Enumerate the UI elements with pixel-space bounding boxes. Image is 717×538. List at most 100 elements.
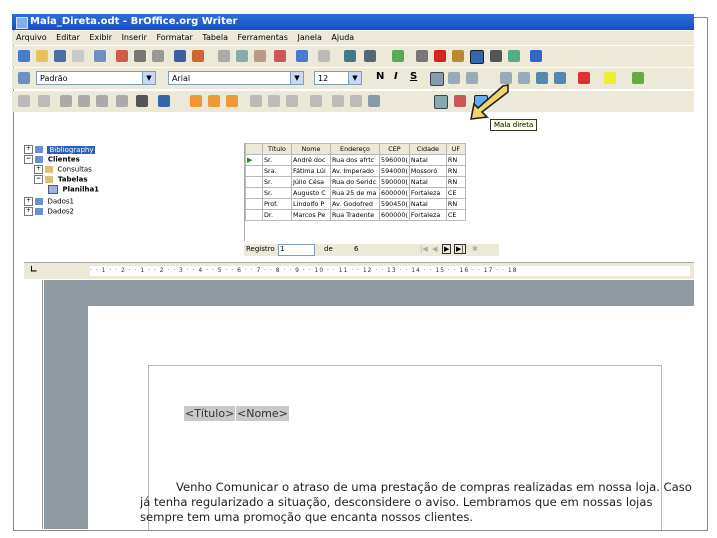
table-row[interactable]: Sra. Fátima Lúi Av. Imperado 594000( Mos…	[245, 165, 466, 177]
autofilter-icon[interactable]	[250, 95, 262, 107]
expand-plus-icon[interactable]: +	[24, 207, 33, 216]
chevron-down-icon[interactable]: ▼	[290, 72, 303, 84]
styles-window-icon[interactable]	[18, 72, 30, 84]
align-center-icon[interactable]	[448, 72, 460, 84]
table-cell[interactable]: Natal	[408, 154, 447, 166]
first-record-icon[interactable]: |◀	[420, 245, 428, 253]
table-row[interactable]: Sr. Júlio Césa Rua do Seridc 590000( Nat…	[245, 176, 466, 188]
cut-icon[interactable]	[218, 50, 230, 62]
export-pdf-icon[interactable]	[116, 50, 128, 62]
merge-field-titulo[interactable]: <Título>	[184, 406, 236, 421]
decrease-indent-icon[interactable]	[536, 72, 548, 84]
table-cell[interactable]: Rua 25 de ma	[330, 187, 380, 199]
menu-tabela[interactable]: Tabela	[202, 33, 228, 42]
row-selector[interactable]	[245, 187, 263, 199]
paste-icon[interactable]	[96, 95, 108, 107]
row-selector[interactable]	[245, 198, 263, 210]
save-record-icon[interactable]	[18, 95, 30, 107]
table-cell[interactable]: Natal	[408, 198, 447, 210]
tree-item-consultas[interactable]: + Consultas	[34, 165, 92, 174]
table-cell[interactable]: Sr.	[262, 176, 292, 188]
record-number-field[interactable]: 1	[278, 244, 315, 256]
table-cell[interactable]: Dr.	[262, 209, 292, 221]
find-replace-icon[interactable]	[416, 50, 428, 62]
menu-arquivo[interactable]: Arquivo	[16, 33, 47, 42]
nonprinting-chars-icon[interactable]	[490, 50, 502, 62]
show-draw-icon[interactable]	[392, 50, 404, 62]
remove-filter-icon[interactable]	[310, 95, 322, 107]
copy-icon[interactable]	[78, 95, 90, 107]
table-row[interactable]: Prof. Lindolfo P Av. Godofred 590450( Na…	[245, 198, 466, 210]
previous-record-icon[interactable]: ◀	[432, 245, 437, 253]
copy-icon[interactable]	[236, 50, 248, 62]
column-header[interactable]: UF	[445, 143, 466, 155]
table-cell[interactable]: 594000(	[379, 165, 410, 177]
help-icon[interactable]	[530, 50, 542, 62]
font-size-combo[interactable]: 12 ▼	[314, 71, 362, 85]
column-header[interactable]: Nome	[291, 143, 331, 155]
menu-inserir[interactable]: Inserir	[122, 33, 147, 42]
menu-editar[interactable]: Editar	[56, 33, 80, 42]
table-cell[interactable]: André doc	[291, 154, 331, 166]
table-cell[interactable]: CE	[445, 187, 466, 199]
table-cell[interactable]: Fortaleza	[408, 209, 447, 221]
next-record-icon[interactable]: ▶	[442, 244, 452, 254]
data-to-fields-icon[interactable]	[350, 95, 362, 107]
table-cell[interactable]: 590000(	[379, 176, 410, 188]
save-icon[interactable]	[54, 50, 66, 62]
highlighting-icon[interactable]	[604, 72, 616, 84]
mail-merge-icon[interactable]	[434, 95, 448, 109]
table-cell[interactable]: Sra.	[262, 165, 292, 177]
table-cell[interactable]: Fortaleza	[408, 187, 447, 199]
table-cell[interactable]: Augusto C	[291, 187, 331, 199]
column-header[interactable]: CEP	[379, 143, 410, 155]
menu-formatar[interactable]: Formatar	[156, 33, 192, 42]
tree-item-dados1[interactable]: + Dados1	[24, 197, 74, 206]
background-color-icon[interactable]	[632, 72, 644, 84]
table-cell[interactable]: Rua dos afrtc	[330, 154, 380, 166]
table-row[interactable]: Dr. Marcos Pe Rua Tradente 600000( Forta…	[245, 209, 466, 221]
edit-data-icon[interactable]	[38, 95, 50, 107]
email-icon[interactable]	[72, 50, 84, 62]
cut-icon[interactable]	[60, 95, 72, 107]
new-record-icon[interactable]: ✱	[472, 245, 478, 253]
row-selector[interactable]	[245, 176, 263, 188]
row-selector[interactable]	[245, 165, 263, 177]
data-to-text-icon[interactable]	[332, 95, 344, 107]
vertical-ruler[interactable]	[30, 280, 43, 529]
data-source-current-icon[interactable]	[368, 95, 380, 107]
undo-record-icon[interactable]	[116, 95, 128, 107]
tree-item-tabelas[interactable]: − Tabelas	[34, 175, 88, 184]
table-cell[interactable]: Fátima Lúi	[291, 165, 331, 177]
sort-descending-icon[interactable]	[208, 95, 220, 107]
table-cell[interactable]: RN	[445, 154, 466, 166]
table-cell[interactable]: Sr.	[262, 154, 292, 166]
horizontal-ruler[interactable]: · · 1 · · 2 · · 1 · · 2 · · 3 · · 4 · · …	[90, 266, 690, 276]
insert-table-icon[interactable]	[364, 50, 376, 62]
menu-ajuda[interactable]: Ajuda	[331, 33, 354, 42]
row-selector[interactable]	[245, 209, 263, 221]
new-document-icon[interactable]	[18, 50, 30, 62]
chevron-down-icon[interactable]: ▼	[142, 72, 155, 84]
underline-button[interactable]: S	[410, 71, 417, 82]
redo-icon[interactable]	[318, 50, 330, 62]
increase-indent-icon[interactable]	[554, 72, 566, 84]
table-cell[interactable]: Prof.	[262, 198, 292, 210]
sort-ascending-icon[interactable]	[190, 95, 202, 107]
table-cell[interactable]: Júlio Césa	[291, 176, 331, 188]
autospell-icon[interactable]	[192, 50, 204, 62]
expand-plus-icon[interactable]: +	[24, 145, 33, 154]
tab-stop-type-icon[interactable]: ∟	[30, 265, 38, 275]
standard-filter-icon[interactable]	[268, 95, 280, 107]
column-header[interactable]: Cidade	[408, 143, 447, 155]
gallery-icon[interactable]	[452, 50, 464, 62]
font-color-icon[interactable]	[578, 72, 590, 84]
expand-plus-icon[interactable]: +	[34, 165, 43, 174]
print-icon[interactable]	[134, 50, 146, 62]
bold-button[interactable]: N	[376, 71, 384, 82]
table-cell[interactable]: Marcos Pe	[291, 209, 331, 221]
navigator-icon[interactable]	[434, 50, 446, 62]
table-row[interactable]: Sr. Augusto C Rua 25 de ma 600000( Forta…	[245, 187, 466, 199]
edit-file-icon[interactable]	[94, 50, 106, 62]
table-cell[interactable]: 590450(	[379, 198, 410, 210]
